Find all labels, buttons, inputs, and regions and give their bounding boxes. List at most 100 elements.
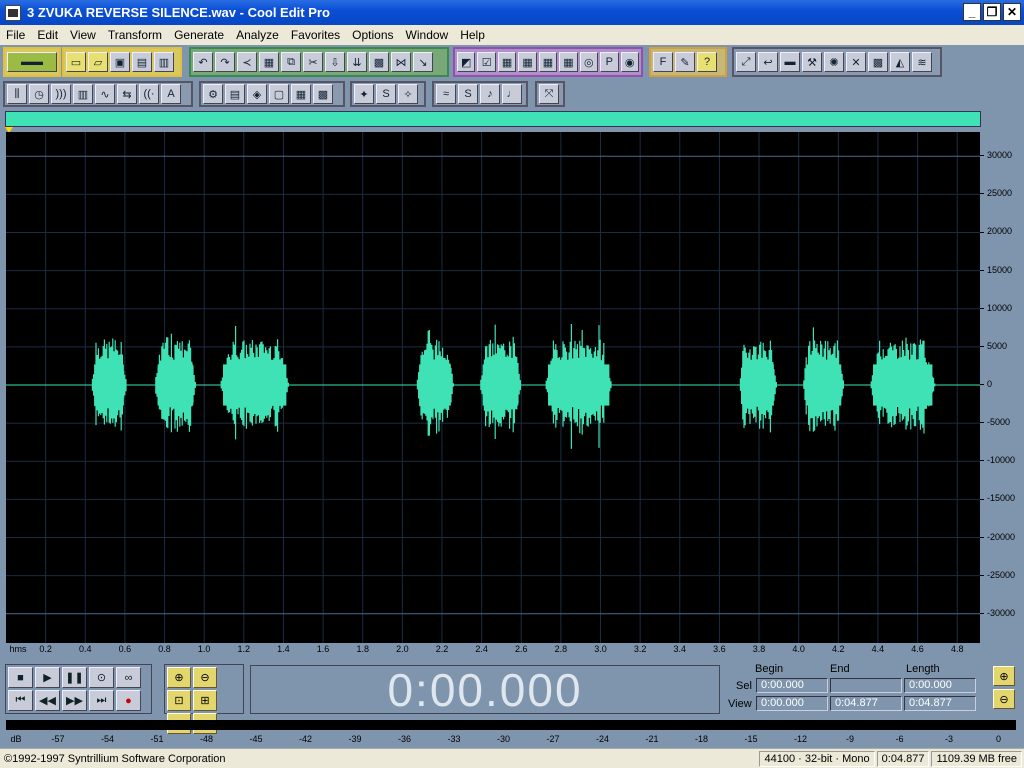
multitrack-toggle-button[interactable]: ▬▬ <box>7 52 57 72</box>
stretch-icon[interactable]: ▥ <box>73 84 93 104</box>
waveform-display[interactable] <box>6 132 980 656</box>
envelope-icon[interactable]: ◩ <box>457 52 476 72</box>
cd-icon[interactable]: ◉ <box>620 52 639 72</box>
properties-icon[interactable]: P <box>600 52 619 72</box>
level-meter[interactable] <box>6 720 1016 730</box>
sparkle-icon[interactable]: ✦ <box>354 84 374 104</box>
timer-icon[interactable]: ◷ <box>29 84 49 104</box>
note-icon[interactable]: ♪ <box>480 84 500 104</box>
overview-bar[interactable] <box>5 111 981 127</box>
menu-favorites[interactable]: Favorites <box>285 28 346 42</box>
close-button[interactable]: ✕ <box>1003 3 1021 21</box>
menu-options[interactable]: Options <box>346 28 399 42</box>
reverse-icon[interactable]: ↩ <box>758 52 778 72</box>
undo-icon[interactable]: ↶ <box>193 52 213 72</box>
menu-generate[interactable]: Generate <box>168 28 230 42</box>
checkbox-icon[interactable]: ☑ <box>477 52 496 72</box>
vertical-zoom-out-icon[interactable]: ⊖ <box>993 689 1015 709</box>
envelope-shape-icon[interactable]: ◭ <box>890 52 910 72</box>
stop-button[interactable]: ■ <box>8 667 33 688</box>
app-icon[interactable] <box>5 4 21 21</box>
new-file-icon[interactable]: ▭ <box>66 52 86 72</box>
silence-icon[interactable]: ▬ <box>780 52 800 72</box>
save-icon[interactable]: ▣ <box>110 52 130 72</box>
analyzer-icon[interactable]: ✧ <box>398 84 418 104</box>
view-length-field[interactable]: 0:04.877 <box>904 696 976 711</box>
restore-button[interactable]: ❐ <box>983 3 1001 21</box>
menu-view[interactable]: View <box>64 28 102 42</box>
go-end-button[interactable]: ⏭ <box>89 690 114 711</box>
fast-forward-button[interactable]: ▶▶ <box>62 690 87 711</box>
grid-c-icon[interactable]: ▦ <box>538 52 558 72</box>
close-file-icon[interactable]: ▥ <box>154 52 174 72</box>
info-icon[interactable]: ▢ <box>269 84 289 104</box>
echo-icon[interactable]: ((· <box>139 84 159 104</box>
time-ruler[interactable]: hms 0.2 0.4 0.6 0.8 1.0 1.2 1.4 1.6 1.8 2.0 2.2 2.4… <box>6 643 980 657</box>
menu-transform[interactable]: Transform <box>102 28 168 42</box>
zoom-out-icon[interactable]: ⊖ <box>193 667 217 688</box>
snap-icon[interactable]: ↘ <box>413 52 433 72</box>
minimize-button[interactable]: _ <box>963 3 981 21</box>
menu-analyze[interactable]: Analyze <box>230 28 285 42</box>
pitch-bend-icon[interactable]: ⤢ <box>736 52 756 72</box>
script-icon[interactable]: ✎ <box>675 52 695 72</box>
play-button[interactable]: ▶ <box>35 667 60 688</box>
view-begin-field[interactable]: 0:00.000 <box>756 696 828 711</box>
record-button[interactable]: ● <box>116 690 141 711</box>
zoom-selection-icon[interactable]: ⊞ <box>193 690 217 711</box>
vertical-zoom-in-icon[interactable]: ⊕ <box>993 666 1015 686</box>
sss-icon[interactable]: S <box>376 84 396 104</box>
table-icon[interactable]: ▦ <box>291 84 311 104</box>
waves-icon[interactable]: ≈ <box>436 84 456 104</box>
tool-icon[interactable]: ⚒ <box>802 52 822 72</box>
cut-icon[interactable]: ✂ <box>303 52 323 72</box>
menu-file[interactable]: File <box>0 28 31 42</box>
swirl-icon[interactable]: Ѕ <box>458 84 478 104</box>
zoom-in-icon[interactable]: ⊕ <box>167 667 191 688</box>
levels-icon[interactable]: ⫼ <box>7 84 27 104</box>
copy-new-icon[interactable]: ▦ <box>259 52 279 72</box>
grid-a-icon[interactable]: ▦ <box>497 52 517 72</box>
grid-b-icon[interactable]: ▦ <box>518 52 537 72</box>
open-file-icon[interactable]: ▱ <box>88 52 108 72</box>
view-end-field[interactable]: 0:04.877 <box>830 696 902 711</box>
menu-help[interactable]: Help <box>454 28 491 42</box>
wave-gen-icon[interactable]: ∿ <box>95 84 115 104</box>
redo-icon[interactable]: ↷ <box>215 52 235 72</box>
filter-icon[interactable]: ✕ <box>846 52 866 72</box>
matrix-icon[interactable]: ▩ <box>313 84 333 104</box>
sel-begin-field[interactable]: 0:00.000 <box>756 678 828 693</box>
noise-icon[interactable]: ✺ <box>824 52 844 72</box>
sel-end-field[interactable] <box>830 678 902 693</box>
help-icon[interactable]: ? <box>697 52 717 72</box>
loop-icon[interactable]: ⇆ <box>117 84 137 104</box>
expand-icon[interactable]: ⤧ <box>539 84 559 104</box>
phase-icon[interactable]: ◎ <box>579 52 599 72</box>
save-all-icon[interactable]: ▤ <box>132 52 152 72</box>
copy-icon[interactable]: ⧉ <box>281 52 301 72</box>
font-icon[interactable]: F <box>653 52 673 72</box>
repeat-icon[interactable]: ≺ <box>237 52 257 72</box>
settings-icon[interactable]: ⚙ <box>203 84 223 104</box>
paste-new-icon[interactable]: ⇊ <box>347 52 367 72</box>
go-start-button[interactable]: ⏮ <box>8 690 33 711</box>
grid-d-icon[interactable]: ▦ <box>559 52 578 72</box>
paste-icon[interactable]: ⇩ <box>325 52 345 72</box>
scope-icon[interactable]: ◈ <box>247 84 267 104</box>
menu-edit[interactable]: Edit <box>31 28 64 42</box>
rewind-button[interactable]: ◀◀ <box>35 690 60 711</box>
menu-window[interactable]: Window <box>400 28 455 42</box>
trim-icon[interactable]: ⋈ <box>391 52 411 72</box>
doppler-icon[interactable]: ))) <box>51 84 71 104</box>
spectrum-icon[interactable]: ▩ <box>868 52 888 72</box>
loop-button[interactable]: ∞ <box>116 667 141 688</box>
sel-length-field[interactable]: 0:00.000 <box>904 678 976 693</box>
note-off-icon[interactable]: ♩ <box>502 84 522 104</box>
pause-button[interactable]: ❚❚ <box>62 667 87 688</box>
waveform-icon[interactable]: ≋ <box>912 52 932 72</box>
mix-paste-icon[interactable]: ▩ <box>369 52 389 72</box>
text-icon[interactable]: A <box>161 84 181 104</box>
play-to-end-button[interactable]: ⊙ <box>89 667 114 688</box>
zoom-full-icon[interactable]: ⊡ <box>167 690 191 711</box>
spectral-icon[interactable]: ▤ <box>225 84 245 104</box>
